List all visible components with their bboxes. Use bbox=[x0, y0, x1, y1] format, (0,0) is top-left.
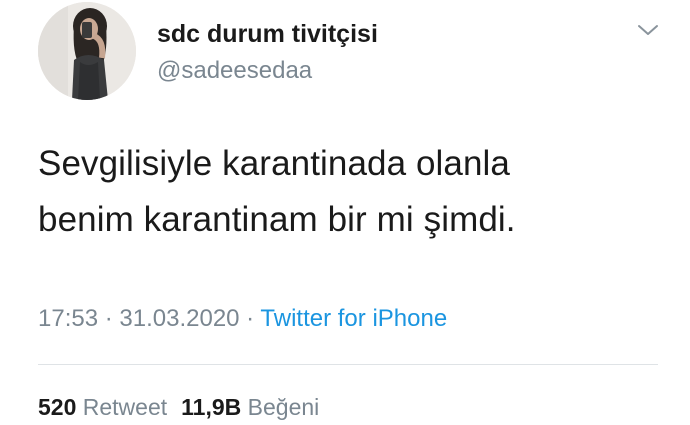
retweet-count[interactable]: 520 bbox=[38, 394, 76, 420]
tweet-text-line: Sevgilisiyle karantinada olanla bbox=[38, 144, 510, 183]
tweet-text: Sevgilisiyle karantinada olanla benim ka… bbox=[38, 136, 658, 248]
display-name[interactable]: sdc durum tivitçisi bbox=[157, 20, 378, 49]
divider bbox=[38, 364, 658, 365]
tweet-meta: 17:53 · 31.03.2020 · Twitter for iPhone bbox=[38, 305, 447, 333]
retweet-label[interactable]: Retweet bbox=[83, 394, 167, 420]
separator: · bbox=[98, 305, 120, 332]
separator: · bbox=[239, 305, 261, 332]
tweet-date[interactable]: 31.03.2020 bbox=[119, 305, 239, 332]
tweet-time: 17:53 bbox=[38, 305, 99, 332]
tweet-source-link[interactable]: Twitter for iPhone bbox=[260, 305, 447, 332]
chevron-down-icon[interactable] bbox=[636, 22, 660, 38]
profile-photo-icon bbox=[38, 2, 136, 100]
username-handle[interactable]: @sadeesedaa bbox=[157, 57, 312, 85]
tweet-card: sdc durum tivitçisi @sadeesedaa Sevgilis… bbox=[0, 0, 690, 425]
like-label[interactable]: Beğeni bbox=[248, 394, 320, 420]
like-count[interactable]: 11,9B bbox=[181, 394, 241, 420]
avatar[interactable] bbox=[38, 2, 136, 100]
tweet-stats: 520 Retweet 11,9B Beğeni bbox=[38, 394, 319, 421]
tweet-text-line: benim karantinam bir mi şimdi. bbox=[38, 200, 516, 239]
